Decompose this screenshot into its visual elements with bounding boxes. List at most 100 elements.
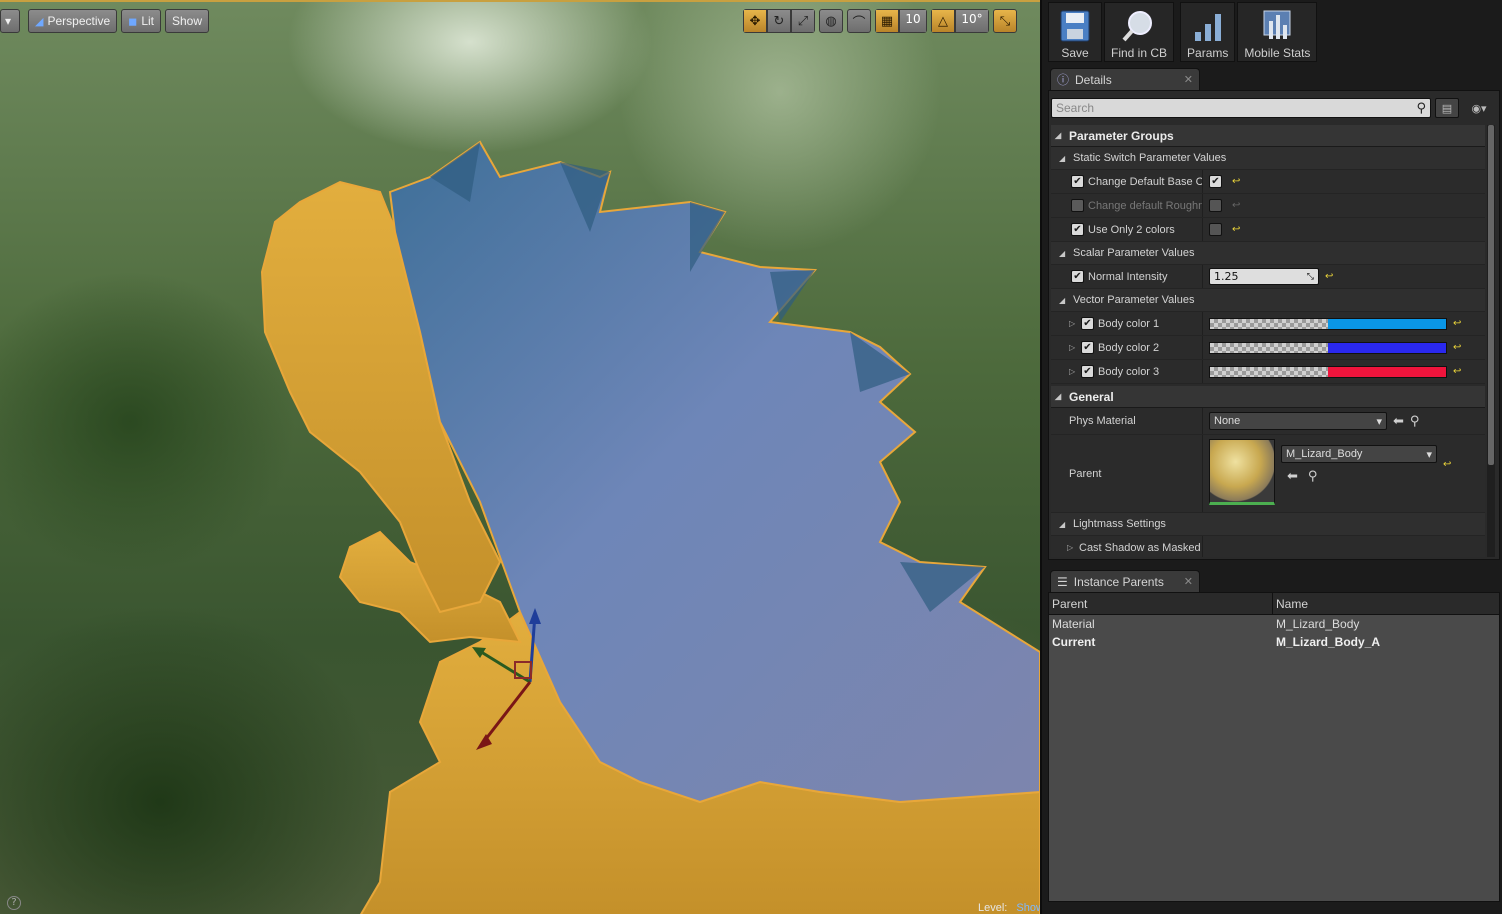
close-icon[interactable]: ✕ xyxy=(1184,73,1193,86)
params-button[interactable]: Params xyxy=(1180,2,1236,62)
group-scalar[interactable]: ◢ Scalar Parameter Values xyxy=(1051,242,1485,265)
prop-phys-material: Phys Material None ▾ ⬅ ⚲ xyxy=(1051,408,1485,435)
view-options-icon[interactable]: ◉▾ xyxy=(1463,98,1495,118)
normal-intensity-input[interactable]: 1.25 ⤡ xyxy=(1209,268,1319,285)
category-parameter-groups[interactable]: ◢ Parameter Groups xyxy=(1051,125,1485,147)
level-name[interactable]: Showcase (Persistent) xyxy=(1016,902,1040,914)
reset-icon[interactable]: ↩ xyxy=(1443,459,1451,470)
phys-material-dropdown[interactable]: None ▾ xyxy=(1209,412,1387,430)
prop-label: Cast Shadow as Masked xyxy=(1079,541,1201,554)
details-panel: ⚲ ▤ ◉▾ ◢ Parameter Groups ◢ Static Switc… xyxy=(1048,90,1500,560)
scale-icon[interactable]: ⤢ xyxy=(791,9,815,33)
rotate-icon[interactable]: ↻ xyxy=(767,9,791,33)
grid-snap-group: ▦ 10 xyxy=(875,9,927,33)
reset-icon[interactable]: ↩ xyxy=(1453,342,1461,353)
level-viewport[interactable]: ▾ ◢ Perspective ◼ Lit Show ✥ ↻ ⤢ ◍ ⌒ ▦ 1… xyxy=(0,0,1040,914)
search-row: ⚲ ▤ ◉▾ xyxy=(1051,97,1499,119)
show-button[interactable]: Show xyxy=(165,9,210,33)
parent-thumbnail[interactable] xyxy=(1209,439,1275,505)
use-selected-icon[interactable]: ⬅ xyxy=(1287,469,1298,484)
drag-handle-icon[interactable]: ⤡ xyxy=(1307,272,1314,282)
collapse-icon: ◢ xyxy=(1055,392,1062,401)
details-scrollbar[interactable] xyxy=(1487,125,1495,557)
tab-instance-parents-label: Instance Parents xyxy=(1073,574,1164,589)
reset-icon[interactable]: ↩ xyxy=(1232,200,1240,211)
param-change-default-base-color: Change Default Base Color ↩ xyxy=(1051,170,1485,194)
color-swatch[interactable] xyxy=(1209,341,1447,354)
collapse-icon: ◢ xyxy=(1059,295,1066,305)
value-checkbox[interactable] xyxy=(1209,199,1222,212)
transform-tools: ✥ ↻ ⤢ xyxy=(743,9,815,33)
tab-details-label: Details xyxy=(1075,72,1112,87)
search-box: ⚲ xyxy=(1051,98,1431,118)
expand-icon[interactable]: ▷ xyxy=(1069,343,1075,352)
group-vector[interactable]: ◢ Vector Parameter Values xyxy=(1051,289,1485,312)
rotation-snap-icon[interactable]: △ xyxy=(931,9,955,33)
value-checkbox[interactable] xyxy=(1209,175,1222,188)
table-row[interactable]: Material M_Lizard_Body xyxy=(1049,615,1499,633)
tab-details[interactable]: ⓘ Details ✕ xyxy=(1050,68,1200,90)
override-checkbox[interactable] xyxy=(1071,270,1084,283)
help-icon[interactable]: ? xyxy=(7,896,21,910)
expand-icon[interactable]: ▷ xyxy=(1067,543,1073,552)
grid-snap-value[interactable]: 10 xyxy=(899,9,927,33)
override-checkbox[interactable] xyxy=(1081,365,1094,378)
viewport-left-toolbar: ▾ ◢ Perspective ◼ Lit Show xyxy=(0,8,210,34)
instance-parents-header: Parent Name xyxy=(1049,593,1499,615)
override-checkbox[interactable] xyxy=(1071,199,1084,212)
translate-icon[interactable]: ✥ xyxy=(743,9,767,33)
column-header-parent[interactable]: Parent xyxy=(1049,593,1273,614)
grid-snap-icon[interactable]: ▦ xyxy=(875,9,899,33)
reset-icon[interactable]: ↩ xyxy=(1232,176,1240,187)
property-matrix-icon[interactable]: ▤ xyxy=(1435,98,1459,118)
show-label: Show xyxy=(172,14,203,28)
viewport-options-button[interactable]: ▾ xyxy=(0,9,20,33)
param-body-color-1: ▷ Body color 1 ↩ xyxy=(1051,312,1485,336)
override-checkbox[interactable] xyxy=(1081,341,1094,354)
color-swatch[interactable] xyxy=(1209,365,1447,378)
param-label: Change Default Base Color xyxy=(1088,175,1203,188)
collapse-icon: ◢ xyxy=(1059,519,1066,529)
param-normal-intensity: Normal Intensity 1.25 ⤡ ↩ xyxy=(1051,265,1485,289)
expand-icon[interactable]: ▷ xyxy=(1069,319,1075,328)
group-static-switch[interactable]: ◢ Static Switch Parameter Values xyxy=(1051,147,1485,170)
value-checkbox[interactable] xyxy=(1209,223,1222,236)
view-mode-label: Lit xyxy=(141,14,154,28)
search-input[interactable] xyxy=(1056,101,1417,115)
find-in-cb-button[interactable]: Find in CB xyxy=(1104,2,1175,62)
collapse-icon: ◢ xyxy=(1059,248,1066,258)
color-swatch[interactable] xyxy=(1209,317,1447,330)
save-button[interactable]: Save xyxy=(1048,2,1102,62)
world-space-icon[interactable]: ◍ xyxy=(819,9,843,33)
use-selected-icon[interactable]: ⬅ xyxy=(1393,414,1404,429)
browse-icon[interactable]: ⚲ xyxy=(1410,414,1420,429)
override-checkbox[interactable] xyxy=(1071,175,1084,188)
category-label: Parameter Groups xyxy=(1069,128,1174,143)
group-label: Vector Parameter Values xyxy=(1073,294,1195,306)
save-icon xyxy=(1055,7,1095,45)
reset-icon[interactable]: ↩ xyxy=(1453,366,1461,377)
table-row[interactable]: Current M_Lizard_Body_A xyxy=(1049,633,1499,651)
column-header-name[interactable]: Name xyxy=(1273,597,1308,611)
rotation-snap-value[interactable]: 10° xyxy=(955,9,989,33)
category-general[interactable]: ◢ General xyxy=(1051,386,1485,408)
reset-icon[interactable]: ↩ xyxy=(1453,318,1461,329)
tab-instance-parents[interactable]: ☰ Instance Parents ✕ xyxy=(1050,570,1200,592)
group-lightmass[interactable]: ◢ Lightmass Settings xyxy=(1051,513,1485,536)
parent-dropdown[interactable]: M_Lizard_Body ▾ xyxy=(1281,445,1437,463)
reset-icon[interactable]: ↩ xyxy=(1232,224,1240,235)
perspective-button[interactable]: ◢ Perspective xyxy=(28,9,118,33)
browse-icon[interactable]: ⚲ xyxy=(1308,469,1318,484)
reset-icon[interactable]: ↩ xyxy=(1325,271,1333,282)
override-checkbox[interactable] xyxy=(1081,317,1094,330)
rotation-snap-group: △ 10° xyxy=(931,9,989,33)
view-mode-button[interactable]: ◼ Lit xyxy=(121,9,161,33)
search-icon[interactable]: ⚲ xyxy=(1416,101,1426,116)
scale-snap-icon[interactable]: ⤡ xyxy=(993,9,1017,33)
override-checkbox[interactable] xyxy=(1071,223,1084,236)
close-icon[interactable]: ✕ xyxy=(1184,575,1193,588)
magnifier-icon xyxy=(1119,7,1159,45)
expand-icon[interactable]: ▷ xyxy=(1069,367,1075,376)
surface-snap-icon[interactable]: ⌒ xyxy=(847,9,871,33)
mobile-stats-button[interactable]: Mobile Stats xyxy=(1237,2,1318,62)
